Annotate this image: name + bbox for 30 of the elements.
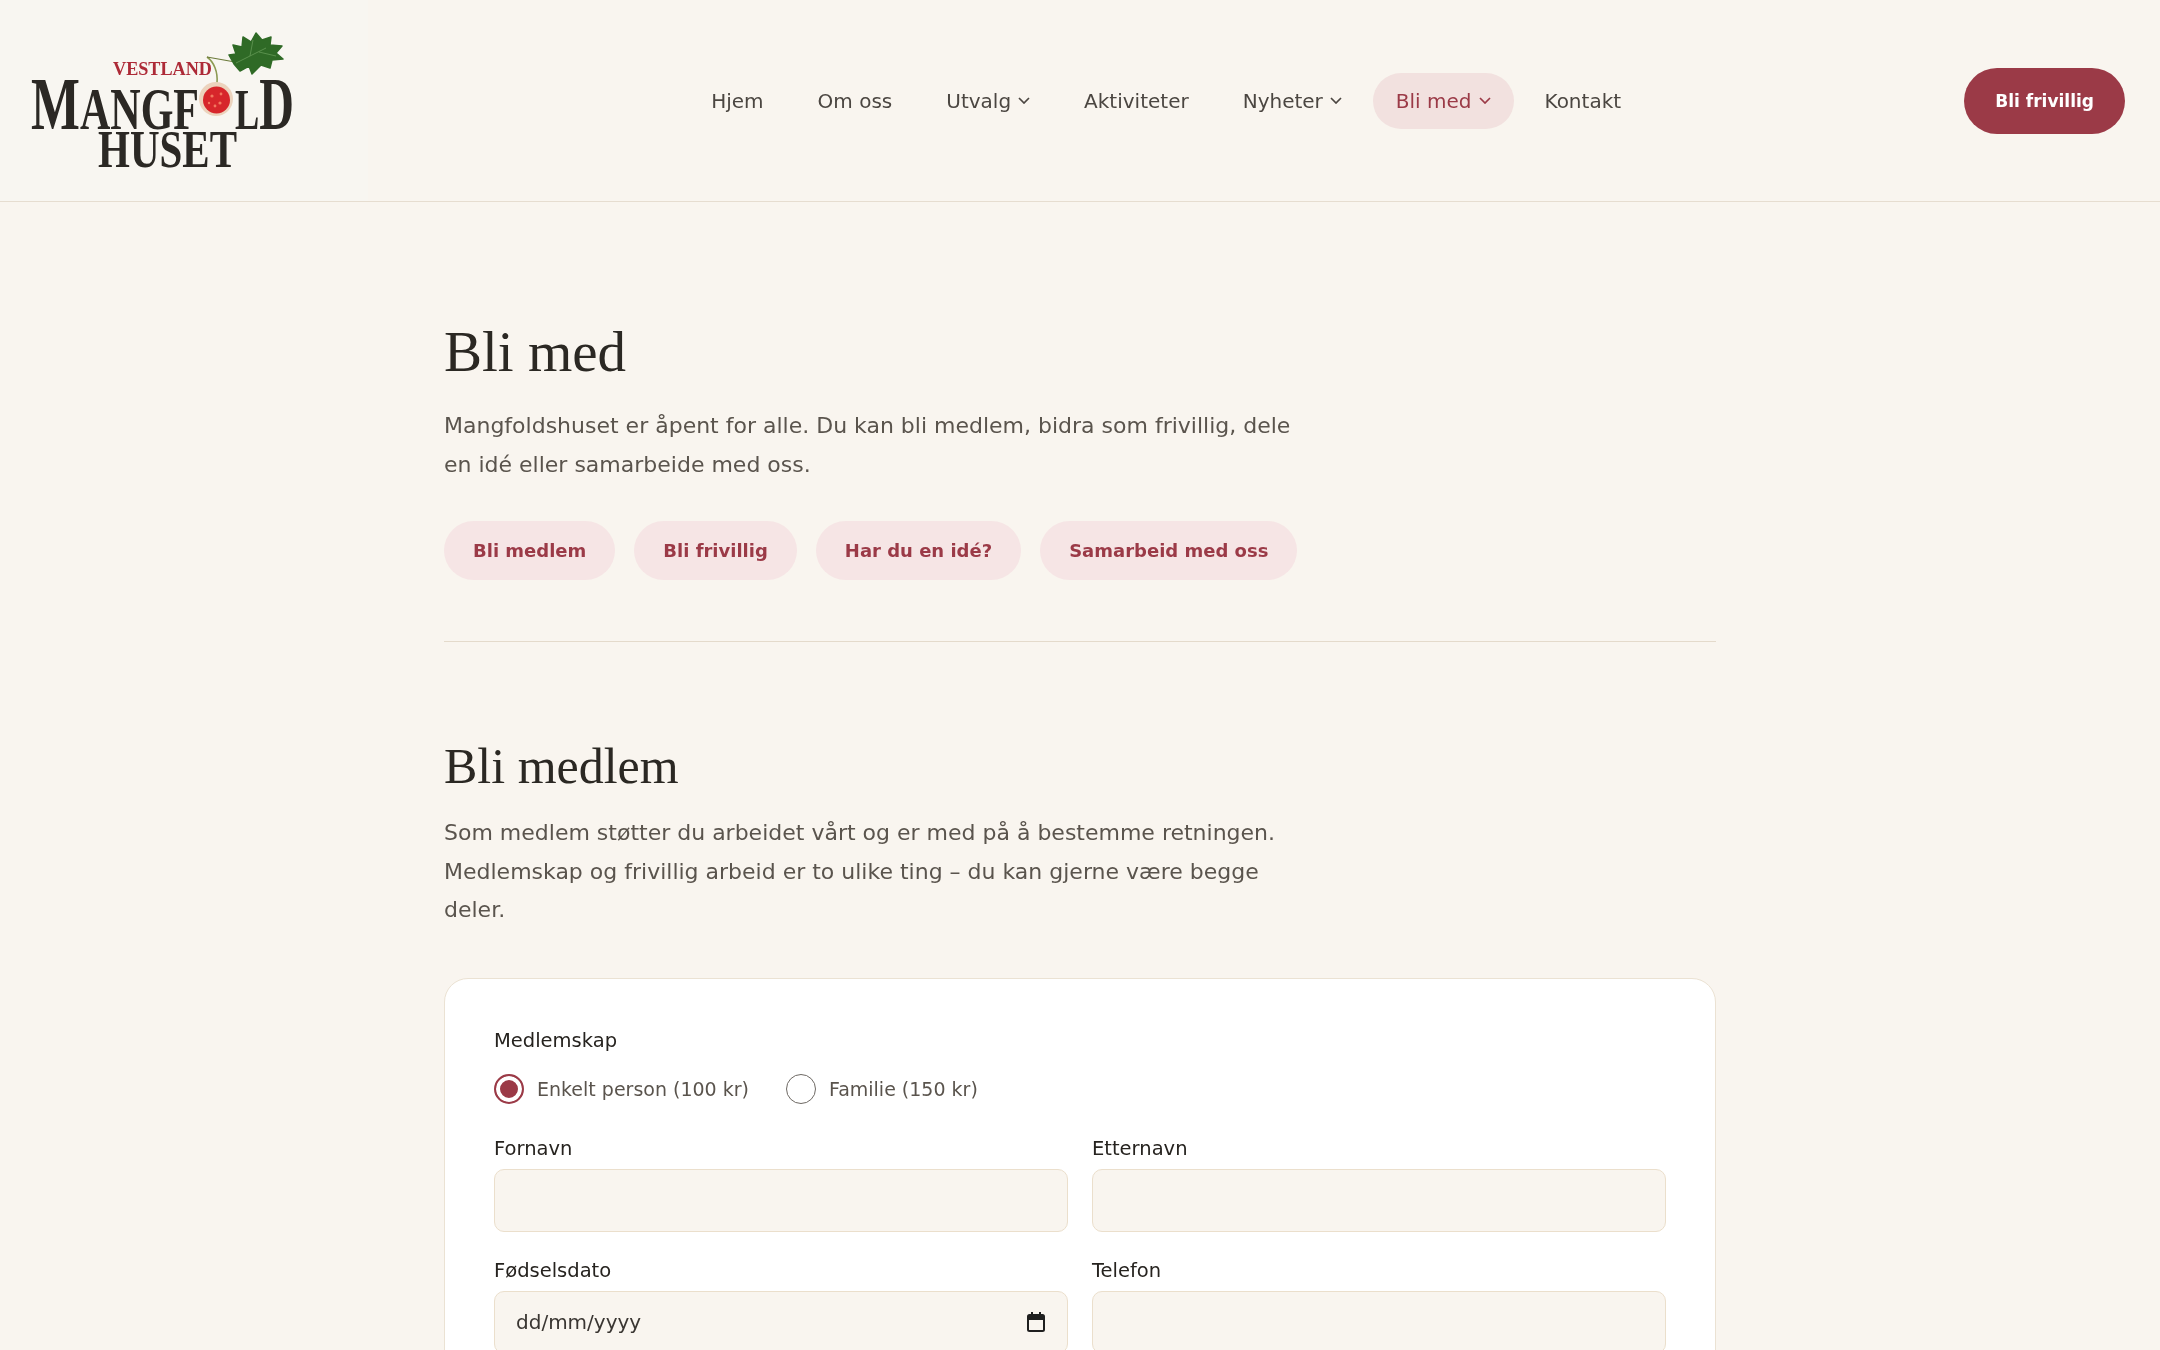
section-link[interactable]: Bli frivillig <box>634 521 797 580</box>
section-link[interactable]: Bli medlem <box>444 521 616 580</box>
field-label: Etternavn <box>1092 1135 1189 1162</box>
nav-link[interactable]: Aktiviteter <box>1061 72 1212 129</box>
text-field[interactable] <box>494 1168 1068 1232</box>
date-field[interactable]: dd/mm/yyyy <box>494 1290 1068 1350</box>
nav-link[interactable]: Om oss <box>794 72 916 129</box>
radio-button[interactable] <box>494 1073 524 1104</box>
intro-text: Mangfoldshuset er åpent for alle. Du kan bli medlem, bidra som frivillig, dele en idé eller samarbeide med oss. <box>444 412 1292 479</box>
radio-label[interactable]: Enkelt person (100 kr) <box>537 1075 749 1102</box>
page-title: Bli med <box>444 319 628 385</box>
radio-button[interactable] <box>785 1073 816 1104</box>
nav-link[interactable]: Hjem <box>688 72 787 129</box>
text-field[interactable] <box>1092 1290 1666 1350</box>
field-label: Telefon <box>1092 1257 1163 1284</box>
field-label: Fødselsdato <box>494 1257 613 1284</box>
field-label: Medlemskap <box>494 1027 619 1054</box>
radio-label[interactable]: Familie (150 kr) <box>828 1075 978 1102</box>
nav-link[interactable]: Bli med <box>1372 72 1514 129</box>
nav-link[interactable]: Utvalg <box>923 72 1054 129</box>
section-title: Bli medlem <box>444 737 680 796</box>
volunteer-button[interactable]: Bli frivillig <box>1964 67 2125 134</box>
text-field[interactable] <box>1092 1168 1666 1232</box>
section-link[interactable]: Har du en idé? <box>815 521 1022 580</box>
nav-link[interactable]: Kontakt <box>1521 72 1645 129</box>
nav-link[interactable]: Nyheter <box>1219 72 1365 129</box>
field-label: Fornavn <box>494 1135 574 1162</box>
section-text: Som medlem støtter du arbeidet vårt og er med på å bestemme retningen. Medlemskap og frivillig arbeid er to ulike ting – du kan gjerne være begge deler. <box>444 819 1277 924</box>
section-link[interactable]: Samarbeid med oss <box>1040 521 1298 580</box>
calendar-icon[interactable] <box>1027 1311 1045 1332</box>
